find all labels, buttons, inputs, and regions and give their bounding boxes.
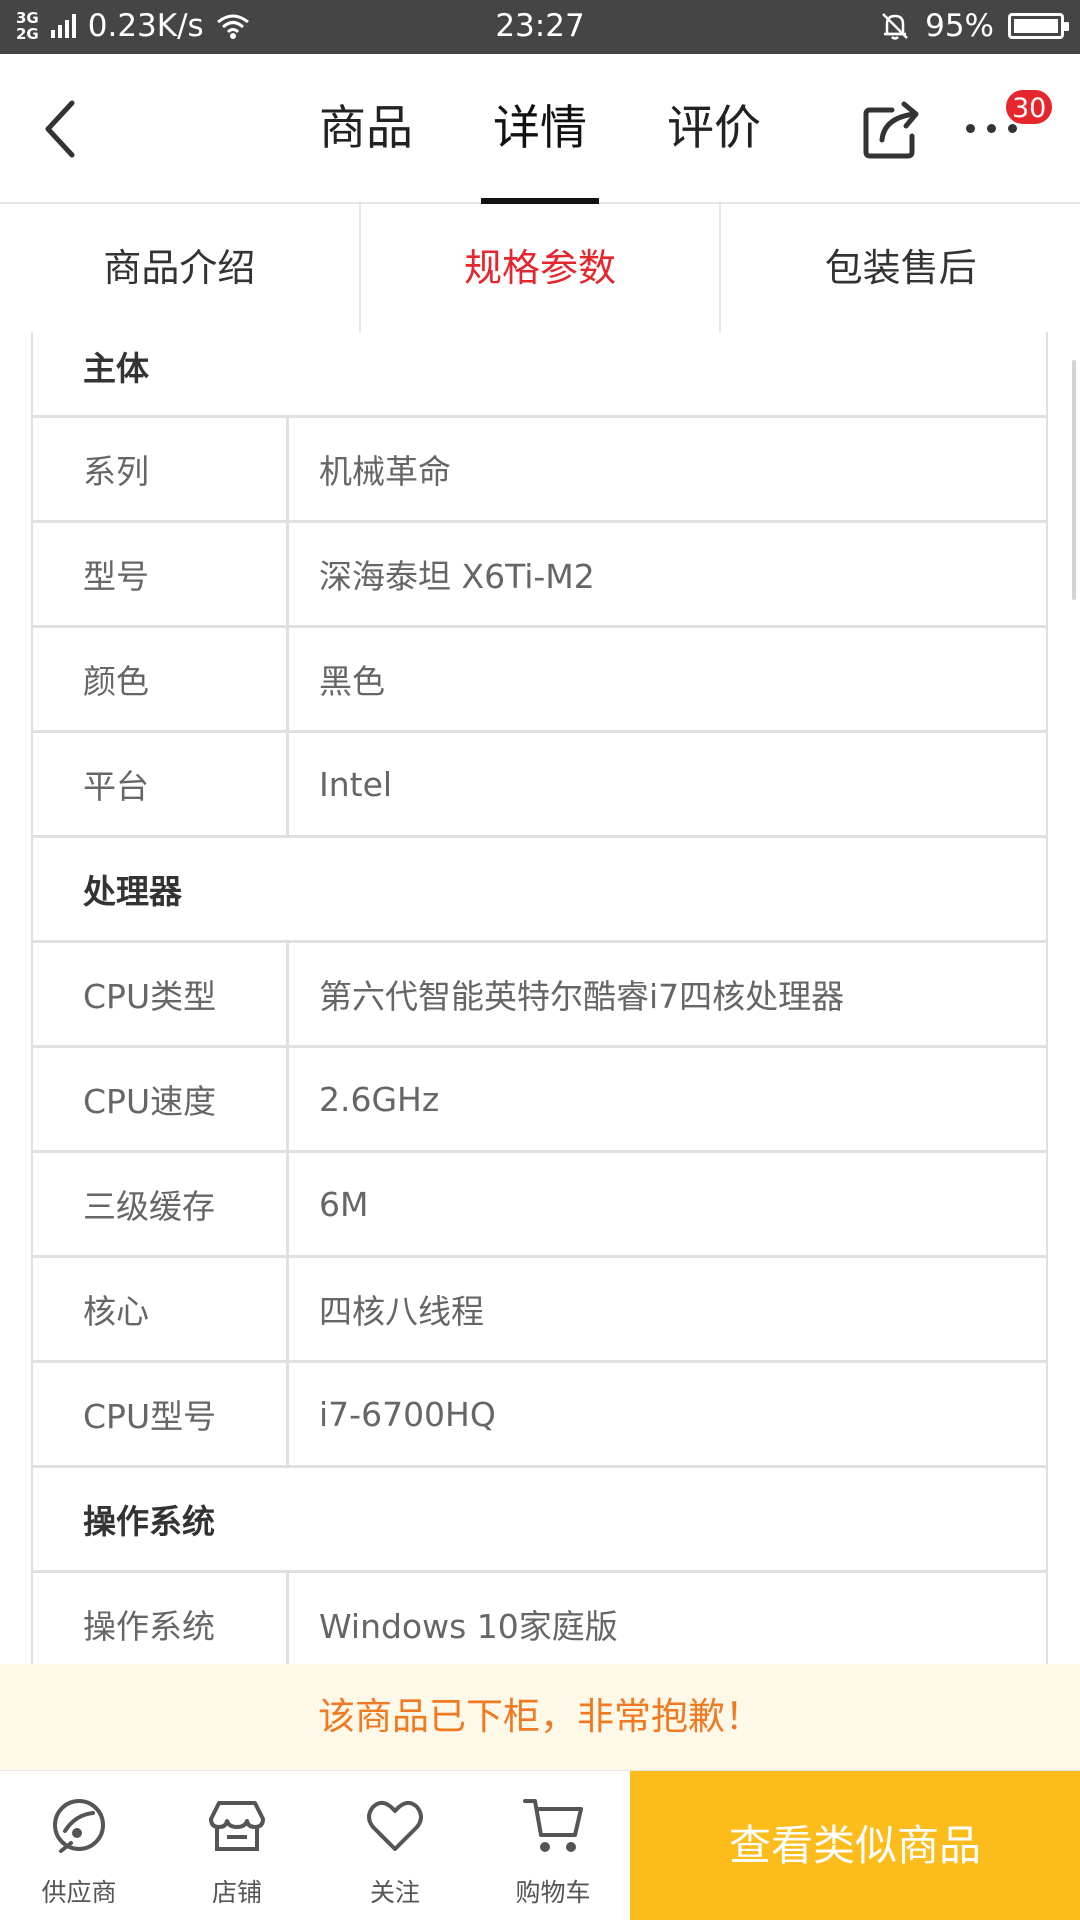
spec-value: 深海泰坦 X6Ti-M2 bbox=[319, 557, 595, 596]
spec-key: 系列 bbox=[33, 418, 289, 520]
subtab-specifications[interactable]: 规格参数 bbox=[361, 204, 722, 332]
view-similar-button[interactable]: 查看类似商品 bbox=[630, 1771, 1080, 1920]
spec-value: 黑色 bbox=[319, 662, 385, 701]
supplier-label: 供应商 bbox=[41, 1878, 117, 1907]
store-button[interactable]: 店铺 bbox=[158, 1771, 316, 1920]
subtab-packaging-aftersales[interactable]: 包装售后 bbox=[721, 204, 1080, 332]
spec-key: CPU类型 bbox=[33, 943, 289, 1045]
table-row: CPU类型 第六代智能英特尔酷睿i7四核处理器 bbox=[33, 943, 1046, 1048]
tab-product[interactable]: 商品 bbox=[311, 54, 421, 204]
spec-value: 机械革命 bbox=[319, 452, 451, 491]
spec-value: i7-6700HQ bbox=[319, 1394, 496, 1434]
spec-value: 第六代智能英特尔酷睿i7四核处理器 bbox=[319, 977, 845, 1016]
cart-icon bbox=[523, 1799, 583, 1852]
supplier-icon bbox=[53, 1799, 105, 1853]
battery-percent: 95% bbox=[925, 8, 994, 44]
top-nav-bar: 商品 详情 评价 30 bbox=[0, 54, 1080, 204]
store-icon bbox=[209, 1801, 265, 1851]
tab-details[interactable]: 详情 bbox=[481, 54, 599, 204]
spec-key: 颜色 bbox=[33, 628, 289, 730]
heart-icon bbox=[367, 1800, 423, 1851]
share-icon[interactable] bbox=[862, 100, 922, 160]
supplier-button[interactable]: 供应商 bbox=[0, 1771, 158, 1920]
spec-value: 四核八线程 bbox=[319, 1292, 484, 1331]
bell-muted-icon bbox=[882, 13, 908, 40]
table-row: CPU型号 i7-6700HQ bbox=[33, 1363, 1046, 1468]
delisted-notice: 该商品已下柜，非常抱歉！ bbox=[0, 1664, 1080, 1770]
tab-reviews[interactable]: 评价 bbox=[659, 54, 769, 204]
battery-icon bbox=[1008, 13, 1069, 39]
follow-label: 关注 bbox=[369, 1878, 420, 1907]
table-row: 颜色 黑色 bbox=[33, 628, 1046, 733]
spec-value: 6M bbox=[319, 1184, 369, 1224]
detail-subtabs: 商品介绍 规格参数 包装售后 bbox=[0, 204, 1080, 332]
scrollbar[interactable] bbox=[1072, 360, 1076, 600]
spec-value: Windows 10家庭版 bbox=[319, 1607, 618, 1646]
table-row: 核心 四核八线程 bbox=[33, 1258, 1046, 1363]
bottom-action-bar: 供应商 店铺 关注 购物车 查看类似商品 bbox=[0, 1770, 1080, 1920]
table-row: 型号 深海泰坦 X6Ti-M2 bbox=[33, 523, 1046, 628]
spec-value: Intel bbox=[319, 764, 393, 804]
table-row: CPU速度 2.6GHz bbox=[33, 1048, 1046, 1153]
spec-value: 2.6GHz bbox=[319, 1079, 440, 1119]
cart-button[interactable]: 购物车 bbox=[474, 1771, 632, 1920]
status-bar: 3G 2G 0.23K/s 23:27 95% bbox=[0, 0, 1080, 54]
spec-key: 型号 bbox=[33, 523, 289, 625]
spec-key: 核心 bbox=[33, 1258, 289, 1360]
more-menu-icon[interactable] bbox=[966, 124, 1017, 133]
spec-key: CPU型号 bbox=[33, 1363, 289, 1465]
spec-section-header: 主体 bbox=[33, 332, 1046, 418]
spec-key: CPU速度 bbox=[33, 1048, 289, 1150]
spec-section-header: 处理器 bbox=[33, 838, 1046, 943]
spec-table: 主体 系列 机械革命 型号 深海泰坦 X6Ti-M2 颜色 黑色 平台 Inte… bbox=[31, 332, 1048, 1664]
table-row: 三级缓存 6M bbox=[33, 1153, 1046, 1258]
spec-section-header: 操作系统 bbox=[33, 1468, 1046, 1573]
spec-key: 操作系统 bbox=[33, 1573, 289, 1664]
cart-label: 购物车 bbox=[515, 1878, 591, 1907]
follow-button[interactable]: 关注 bbox=[316, 1771, 474, 1920]
spec-key: 三级缓存 bbox=[33, 1153, 289, 1255]
subtab-product-intro[interactable]: 商品介绍 bbox=[0, 204, 361, 332]
table-row: 操作系统 Windows 10家庭版 bbox=[33, 1573, 1046, 1664]
store-label: 店铺 bbox=[211, 1878, 262, 1907]
notification-badge: 30 bbox=[1004, 88, 1055, 126]
table-row: 平台 Intel bbox=[33, 733, 1046, 838]
table-row: 系列 机械革命 bbox=[33, 418, 1046, 523]
spec-key: 平台 bbox=[33, 733, 289, 835]
